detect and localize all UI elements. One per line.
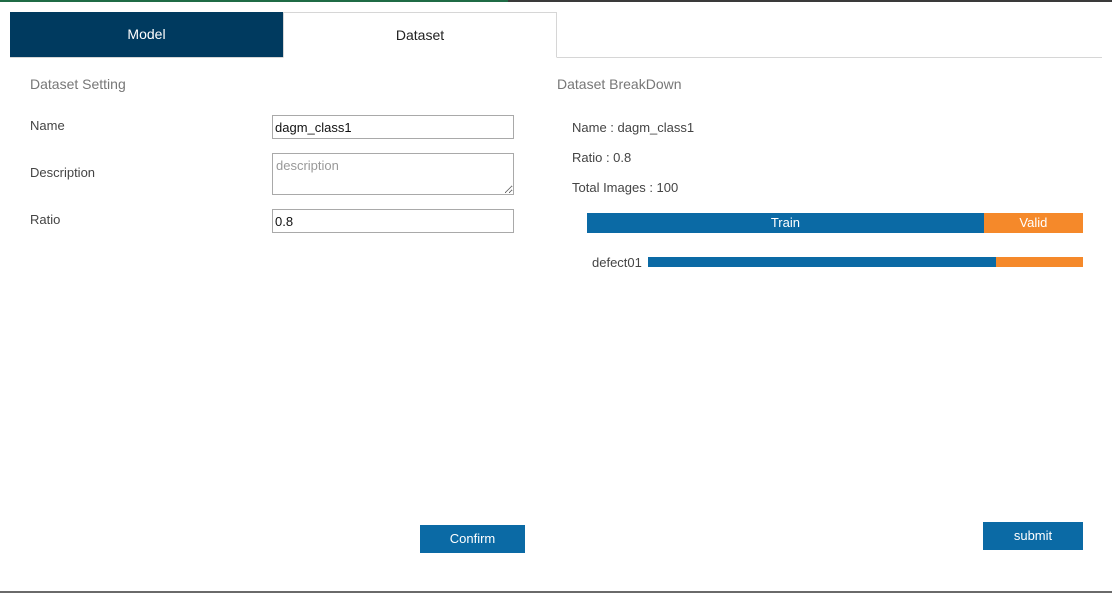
class-bar-valid: [996, 257, 1083, 267]
class-name: defect01: [592, 255, 642, 270]
description-textarea[interactable]: [272, 153, 514, 195]
class-bar-train: [648, 257, 996, 267]
tab-bar: Model Dataset: [10, 12, 1102, 58]
description-label: Description: [30, 165, 96, 180]
split-bar-valid: Valid: [983, 213, 1083, 233]
dataset-setting-title: Dataset Setting: [30, 76, 126, 92]
top-accent-line: [0, 0, 508, 2]
confirm-button[interactable]: Confirm: [420, 525, 525, 553]
name-label: Name: [30, 118, 65, 133]
split-bar: Train Valid: [587, 213, 1083, 233]
split-bar-train: Train: [587, 213, 984, 233]
tab-dataset[interactable]: Dataset: [283, 12, 557, 58]
tab-model[interactable]: Model: [10, 12, 283, 57]
submit-button[interactable]: submit: [983, 522, 1083, 550]
dataset-breakdown-title: Dataset BreakDown: [557, 76, 682, 92]
app-window: Model Dataset Dataset Setting Name Descr…: [0, 0, 1112, 593]
breakdown-total-images: Total Images : 100: [572, 180, 679, 195]
class-split-bar: [648, 257, 1083, 267]
ratio-label: Ratio: [30, 212, 61, 227]
name-input[interactable]: [272, 115, 514, 139]
breakdown-ratio: Ratio : 0.8: [572, 150, 632, 165]
ratio-input[interactable]: [272, 209, 514, 233]
breakdown-name: Name : dagm_class1: [572, 120, 695, 135]
